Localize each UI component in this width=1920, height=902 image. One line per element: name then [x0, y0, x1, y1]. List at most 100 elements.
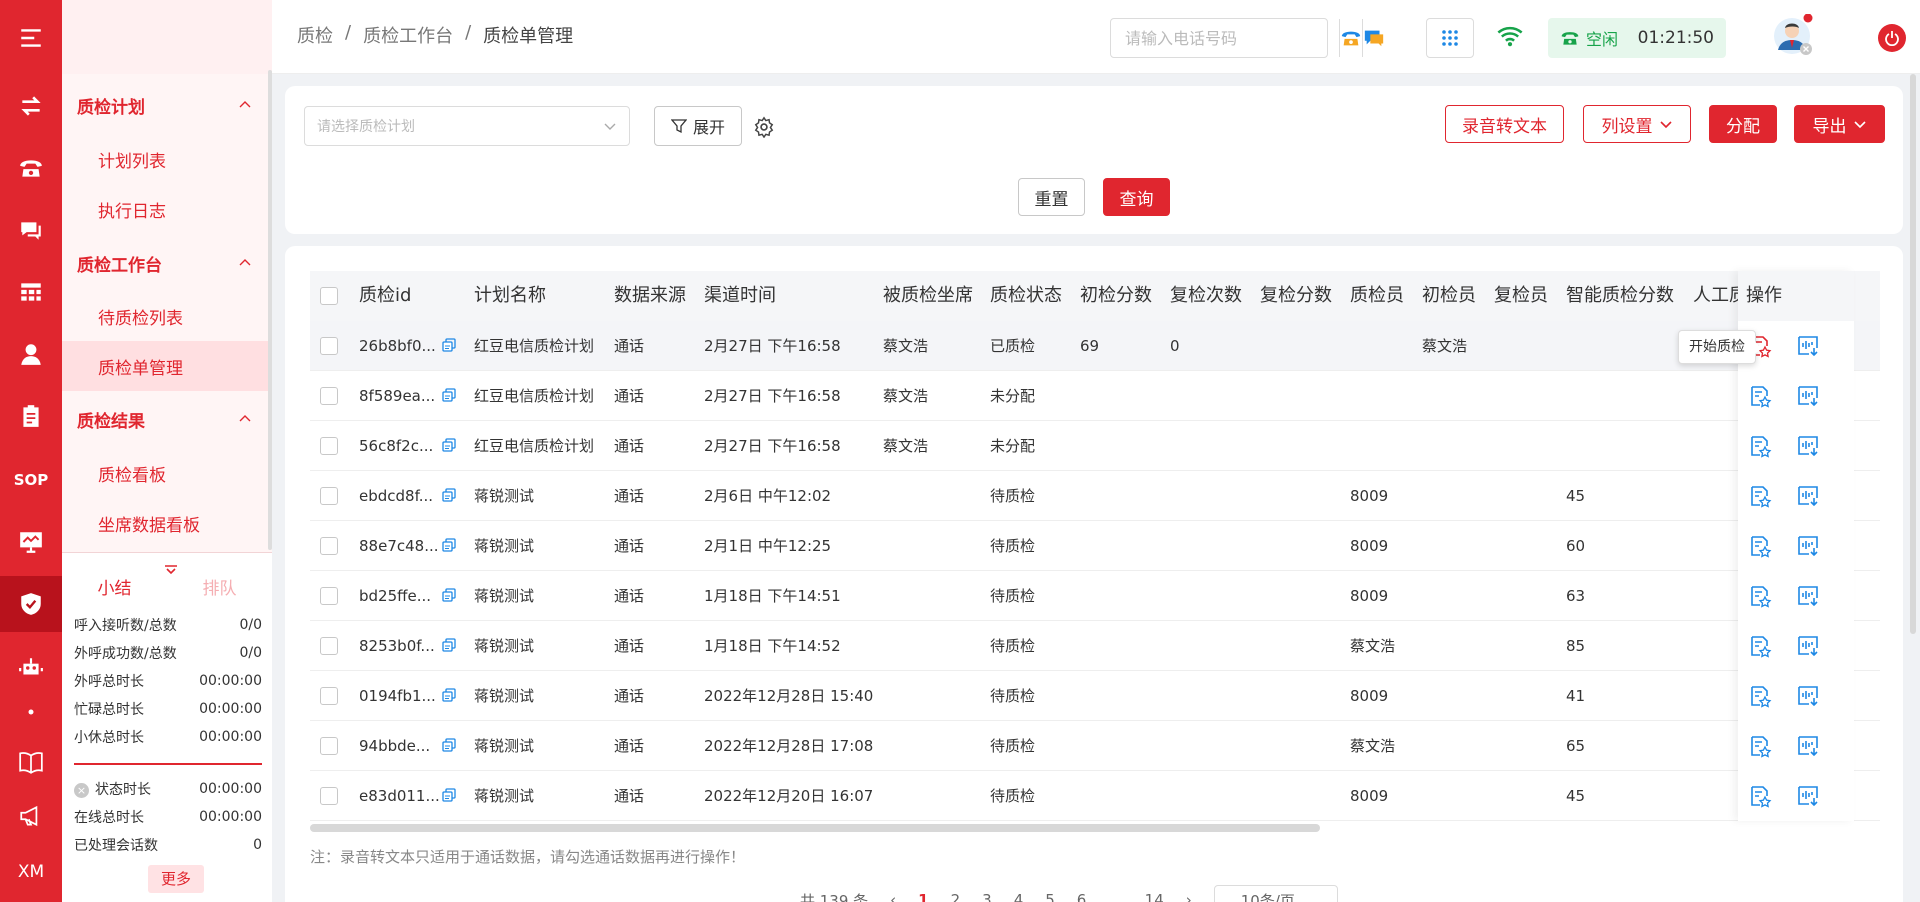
page-button[interactable]: 5 [1045, 891, 1055, 902]
prev-page-button[interactable]: ‹ [890, 891, 896, 902]
column-header[interactable]: 智能质检分数 [1566, 271, 1674, 321]
shield-icon[interactable] [0, 576, 62, 632]
row-checkbox[interactable] [320, 637, 338, 655]
page-button[interactable]: 6 [1077, 891, 1087, 902]
copy-icon[interactable] [442, 388, 456, 402]
download-audio-icon[interactable] [1796, 334, 1820, 358]
column-header[interactable]: 复检员 [1494, 271, 1548, 321]
xm-label[interactable]: XM [0, 844, 62, 900]
row-checkbox[interactable] [320, 587, 338, 605]
table-row[interactable]: 0194fb1... 蒋锐测试 通话 2022年12月28日 15:40 待质检 8009… [310, 671, 1880, 721]
start-qc-icon[interactable] [1748, 434, 1772, 458]
column-header[interactable]: 质检状态 [990, 271, 1062, 321]
row-checkbox[interactable] [320, 387, 338, 405]
row-checkbox[interactable] [320, 537, 338, 555]
copy-icon[interactable] [442, 538, 456, 552]
copy-icon[interactable] [442, 588, 456, 602]
apps-button[interactable] [1426, 18, 1474, 58]
table-row[interactable]: 88e7c48... 蒋锐测试 通话 2月1日 中午12:25 待质检 8009 60 [310, 521, 1880, 571]
chat-icon[interactable] [0, 202, 62, 258]
monitor-icon[interactable] [0, 514, 62, 570]
breadcrumb-item[interactable]: 质检 [297, 22, 333, 48]
download-audio-icon[interactable] [1796, 634, 1820, 658]
download-audio-icon[interactable] [1796, 734, 1820, 758]
copy-icon[interactable] [442, 438, 456, 452]
row-checkbox[interactable] [320, 687, 338, 705]
start-qc-icon[interactable] [1748, 784, 1772, 808]
menu-item-pending-list[interactable]: 待质检列表 [62, 291, 272, 341]
menu-item-plan-list[interactable]: 计划列表 [62, 134, 272, 184]
menu-item-agent-board[interactable]: 坐席数据看板 [62, 498, 272, 548]
row-checkbox[interactable] [320, 737, 338, 755]
row-checkbox[interactable] [320, 437, 338, 455]
download-audio-icon[interactable] [1796, 784, 1820, 808]
page-button[interactable]: 14 [1145, 891, 1164, 902]
sop-label[interactable]: SOP [0, 452, 62, 508]
breadcrumb-item[interactable]: 质检工作台 [363, 22, 453, 48]
robot-icon[interactable] [0, 640, 62, 696]
phone-input[interactable] [1111, 19, 1339, 57]
copy-icon[interactable] [442, 488, 456, 502]
clipboard-icon[interactable] [0, 388, 62, 444]
phone-icon[interactable] [0, 140, 62, 196]
transfer-icon[interactable] [0, 78, 62, 134]
horizontal-scrollbar[interactable] [310, 824, 1320, 832]
page-button[interactable]: 3 [982, 891, 992, 902]
export-button[interactable]: 导出 [1794, 105, 1885, 143]
column-settings-button[interactable]: 列设置 [1583, 105, 1691, 143]
book-icon[interactable] [0, 734, 62, 790]
agent-icon[interactable] [0, 326, 62, 382]
download-audio-icon[interactable] [1796, 484, 1820, 508]
start-qc-icon[interactable] [1748, 684, 1772, 708]
menu-item-order-management[interactable]: 质检单管理 [62, 341, 272, 391]
download-audio-icon[interactable] [1796, 584, 1820, 608]
grid-icon[interactable] [0, 264, 62, 320]
close-icon[interactable]: × [74, 783, 89, 798]
copy-icon[interactable] [442, 788, 456, 802]
menu-item-exec-log[interactable]: 执行日志 [62, 184, 272, 234]
table-row[interactable]: 56c8f2c... 红豆电信质检计划 通话 2月27日 下午16:58 蔡文浩 未分配 [310, 421, 1880, 471]
expand-button[interactable]: 展开 [654, 106, 742, 146]
menu-item-qc-board[interactable]: 质检看板 [62, 448, 272, 498]
table-row[interactable]: 26b8bf0... 红豆电信质检计划 通话 2月27日 下午16:58 蔡文浩 已质检 6… [310, 321, 1880, 371]
copy-icon[interactable] [442, 338, 456, 352]
column-header[interactable]: 复检次数 [1170, 271, 1242, 321]
column-header[interactable]: 质检id [359, 271, 411, 321]
avatar[interactable] [1772, 14, 1816, 58]
download-audio-icon[interactable] [1796, 534, 1820, 558]
start-qc-icon[interactable] [1748, 734, 1772, 758]
assign-button[interactable]: 分配 [1709, 105, 1777, 143]
gear-icon[interactable] [753, 116, 775, 138]
query-button[interactable]: 查询 [1103, 178, 1170, 216]
start-qc-icon[interactable] [1748, 484, 1772, 508]
page-button[interactable]: 2 [951, 891, 961, 902]
page-ellipsis[interactable]: ... [1108, 891, 1122, 902]
column-header[interactable]: 复检分数 [1260, 271, 1332, 321]
menu-group-workbench[interactable]: 质检工作台 [62, 238, 272, 288]
plan-select[interactable]: 请选择质检计划 [304, 106, 630, 146]
start-qc-icon[interactable] [1748, 634, 1772, 658]
download-audio-icon[interactable] [1796, 384, 1820, 408]
table-row[interactable]: ebdcd8f... 蒋锐测试 通话 2月6日 中午12:02 待质检 8009 45 [310, 471, 1880, 521]
select-all-checkbox[interactable] [320, 287, 338, 305]
column-header[interactable]: 初检分数 [1080, 271, 1152, 321]
page-button[interactable]: 4 [1014, 891, 1024, 902]
column-header[interactable]: 渠道时间 [704, 271, 776, 321]
reset-button[interactable]: 重置 [1018, 178, 1085, 216]
menu-group-results[interactable]: 质检结果 [62, 394, 272, 444]
more-button[interactable]: 更多 [148, 865, 204, 893]
dial-button[interactable] [1339, 19, 1362, 57]
row-checkbox[interactable] [320, 787, 338, 805]
menu-icon[interactable] [0, 10, 62, 66]
download-audio-icon[interactable] [1796, 434, 1820, 458]
message-button[interactable] [1362, 19, 1385, 57]
menu-scrollbar[interactable] [268, 70, 272, 550]
row-checkbox[interactable] [320, 487, 338, 505]
logout-button[interactable] [1878, 24, 1906, 52]
copy-icon[interactable] [442, 738, 456, 752]
tab-queue[interactable]: 排队 [167, 553, 272, 599]
speech-to-text-button[interactable]: 录音转文本 [1445, 105, 1564, 143]
page-size-select[interactable]: 10条/页 [1213, 885, 1338, 902]
next-page-button[interactable]: › [1186, 891, 1192, 902]
tab-summary[interactable]: 小结 [62, 553, 167, 599]
